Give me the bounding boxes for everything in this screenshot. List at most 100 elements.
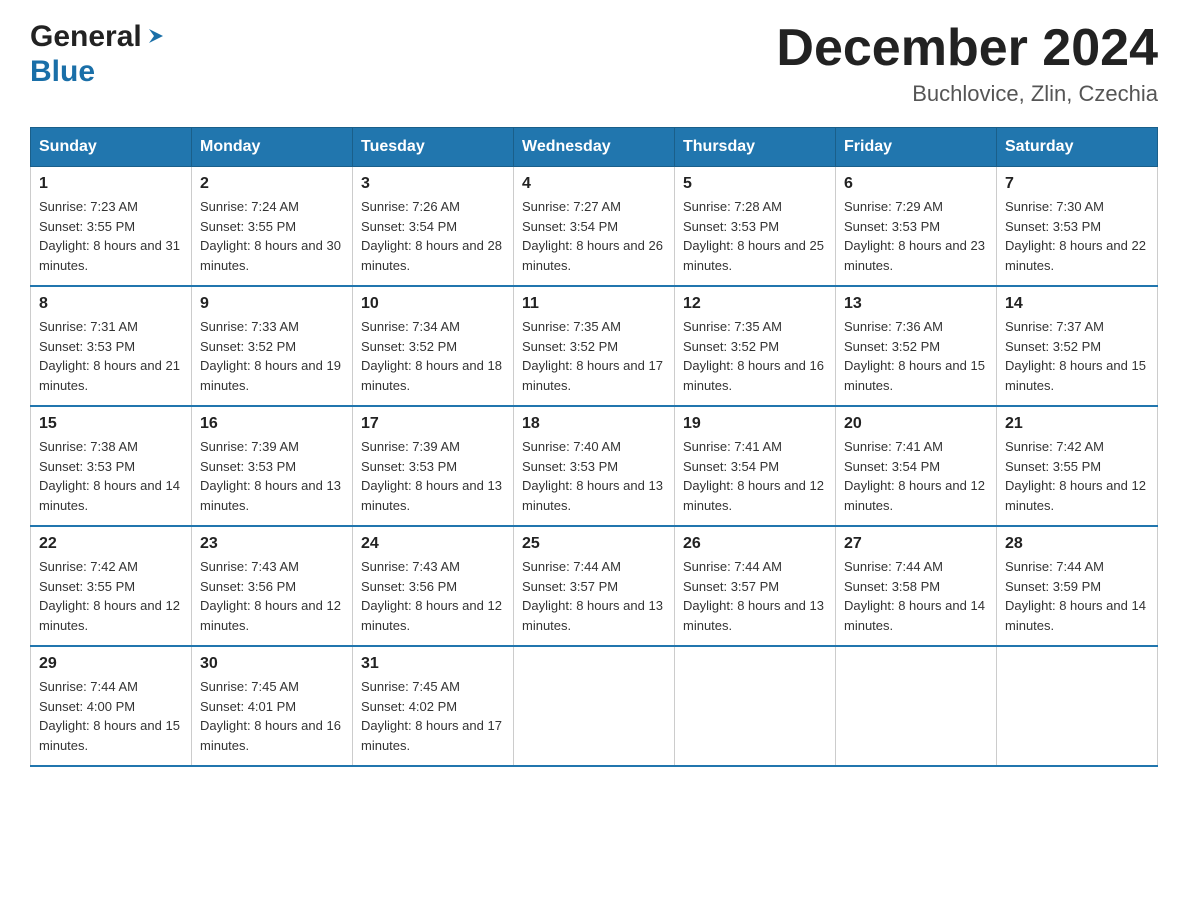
sunrise-label: Sunrise: 7:28 AM (683, 199, 782, 214)
calendar-week-row: 1 Sunrise: 7:23 AM Sunset: 3:55 PM Dayli… (31, 167, 1158, 287)
sunset-label: Sunset: 3:52 PM (361, 339, 457, 354)
sunset-label: Sunset: 4:02 PM (361, 699, 457, 714)
sunset-label: Sunset: 3:59 PM (1005, 579, 1101, 594)
daylight-label: Daylight: 8 hours and 13 minutes. (361, 478, 502, 513)
daylight-label: Daylight: 8 hours and 12 minutes. (844, 478, 985, 513)
calendar-cell: 24 Sunrise: 7:43 AM Sunset: 3:56 PM Dayl… (353, 526, 514, 646)
sunrise-label: Sunrise: 7:38 AM (39, 439, 138, 454)
calendar-cell (514, 646, 675, 766)
day-number: 19 (683, 415, 827, 433)
sunrise-label: Sunrise: 7:43 AM (200, 559, 299, 574)
daylight-label: Daylight: 8 hours and 17 minutes. (522, 358, 663, 393)
calendar-week-row: 8 Sunrise: 7:31 AM Sunset: 3:53 PM Dayli… (31, 286, 1158, 406)
sunrise-label: Sunrise: 7:44 AM (522, 559, 621, 574)
daylight-label: Daylight: 8 hours and 14 minutes. (39, 478, 180, 513)
sunset-label: Sunset: 3:55 PM (39, 579, 135, 594)
sunset-label: Sunset: 3:55 PM (1005, 459, 1101, 474)
calendar-cell: 12 Sunrise: 7:35 AM Sunset: 3:52 PM Dayl… (675, 286, 836, 406)
day-info: Sunrise: 7:43 AM Sunset: 3:56 PM Dayligh… (361, 557, 505, 635)
day-info: Sunrise: 7:31 AM Sunset: 3:53 PM Dayligh… (39, 317, 183, 395)
calendar-title: December 2024 (776, 20, 1158, 77)
day-info: Sunrise: 7:34 AM Sunset: 3:52 PM Dayligh… (361, 317, 505, 395)
sunset-label: Sunset: 3:58 PM (844, 579, 940, 594)
sunrise-label: Sunrise: 7:44 AM (844, 559, 943, 574)
day-info: Sunrise: 7:38 AM Sunset: 3:53 PM Dayligh… (39, 437, 183, 515)
day-number: 3 (361, 175, 505, 193)
sunrise-label: Sunrise: 7:33 AM (200, 319, 299, 334)
calendar-cell: 22 Sunrise: 7:42 AM Sunset: 3:55 PM Dayl… (31, 526, 192, 646)
day-number: 9 (200, 295, 344, 313)
calendar-cell: 21 Sunrise: 7:42 AM Sunset: 3:55 PM Dayl… (997, 406, 1158, 526)
calendar-cell: 20 Sunrise: 7:41 AM Sunset: 3:54 PM Dayl… (836, 406, 997, 526)
day-number: 10 (361, 295, 505, 313)
day-info: Sunrise: 7:23 AM Sunset: 3:55 PM Dayligh… (39, 197, 183, 275)
sunrise-label: Sunrise: 7:26 AM (361, 199, 460, 214)
daylight-label: Daylight: 8 hours and 31 minutes. (39, 238, 180, 273)
calendar-week-row: 15 Sunrise: 7:38 AM Sunset: 3:53 PM Dayl… (31, 406, 1158, 526)
daylight-label: Daylight: 8 hours and 23 minutes. (844, 238, 985, 273)
day-info: Sunrise: 7:44 AM Sunset: 3:57 PM Dayligh… (683, 557, 827, 635)
sunrise-label: Sunrise: 7:24 AM (200, 199, 299, 214)
day-info: Sunrise: 7:41 AM Sunset: 3:54 PM Dayligh… (844, 437, 988, 515)
sunset-label: Sunset: 3:54 PM (522, 219, 618, 234)
sunset-label: Sunset: 3:52 PM (522, 339, 618, 354)
daylight-label: Daylight: 8 hours and 30 minutes. (200, 238, 341, 273)
daylight-label: Daylight: 8 hours and 19 minutes. (200, 358, 341, 393)
calendar-cell: 6 Sunrise: 7:29 AM Sunset: 3:53 PM Dayli… (836, 167, 997, 287)
sunset-label: Sunset: 3:52 PM (683, 339, 779, 354)
day-info: Sunrise: 7:27 AM Sunset: 3:54 PM Dayligh… (522, 197, 666, 275)
sunrise-label: Sunrise: 7:44 AM (683, 559, 782, 574)
header: General Blue December 2024 Buchlovice, Z… (30, 20, 1158, 107)
day-number: 14 (1005, 295, 1149, 313)
sunrise-label: Sunrise: 7:45 AM (361, 679, 460, 694)
sunset-label: Sunset: 3:55 PM (200, 219, 296, 234)
sunset-label: Sunset: 3:53 PM (683, 219, 779, 234)
day-number: 29 (39, 655, 183, 673)
daylight-label: Daylight: 8 hours and 12 minutes. (200, 598, 341, 633)
calendar-cell (836, 646, 997, 766)
sunrise-label: Sunrise: 7:31 AM (39, 319, 138, 334)
day-info: Sunrise: 7:30 AM Sunset: 3:53 PM Dayligh… (1005, 197, 1149, 275)
day-number: 7 (1005, 175, 1149, 193)
sunset-label: Sunset: 3:57 PM (522, 579, 618, 594)
daylight-label: Daylight: 8 hours and 25 minutes. (683, 238, 824, 273)
day-number: 4 (522, 175, 666, 193)
calendar-cell: 27 Sunrise: 7:44 AM Sunset: 3:58 PM Dayl… (836, 526, 997, 646)
day-number: 6 (844, 175, 988, 193)
daylight-label: Daylight: 8 hours and 12 minutes. (683, 478, 824, 513)
sunset-label: Sunset: 4:00 PM (39, 699, 135, 714)
daylight-label: Daylight: 8 hours and 14 minutes. (1005, 598, 1146, 633)
calendar-cell: 4 Sunrise: 7:27 AM Sunset: 3:54 PM Dayli… (514, 167, 675, 287)
calendar-cell: 28 Sunrise: 7:44 AM Sunset: 3:59 PM Dayl… (997, 526, 1158, 646)
calendar-cell: 29 Sunrise: 7:44 AM Sunset: 4:00 PM Dayl… (31, 646, 192, 766)
calendar-cell: 5 Sunrise: 7:28 AM Sunset: 3:53 PM Dayli… (675, 167, 836, 287)
calendar-cell: 10 Sunrise: 7:34 AM Sunset: 3:52 PM Dayl… (353, 286, 514, 406)
sunset-label: Sunset: 3:54 PM (361, 219, 457, 234)
daylight-label: Daylight: 8 hours and 21 minutes. (39, 358, 180, 393)
day-number: 17 (361, 415, 505, 433)
calendar-subtitle: Buchlovice, Zlin, Czechia (776, 81, 1158, 107)
calendar-cell: 8 Sunrise: 7:31 AM Sunset: 3:53 PM Dayli… (31, 286, 192, 406)
day-number: 1 (39, 175, 183, 193)
sunrise-label: Sunrise: 7:41 AM (683, 439, 782, 454)
calendar-week-row: 22 Sunrise: 7:42 AM Sunset: 3:55 PM Dayl… (31, 526, 1158, 646)
column-header-saturday: Saturday (997, 128, 1158, 167)
logo-general-text: General (30, 20, 142, 53)
daylight-label: Daylight: 8 hours and 12 minutes. (361, 598, 502, 633)
sunset-label: Sunset: 3:53 PM (522, 459, 618, 474)
sunset-label: Sunset: 3:57 PM (683, 579, 779, 594)
daylight-label: Daylight: 8 hours and 12 minutes. (39, 598, 180, 633)
sunset-label: Sunset: 3:55 PM (39, 219, 135, 234)
day-number: 21 (1005, 415, 1149, 433)
calendar-cell: 2 Sunrise: 7:24 AM Sunset: 3:55 PM Dayli… (192, 167, 353, 287)
calendar-cell: 7 Sunrise: 7:30 AM Sunset: 3:53 PM Dayli… (997, 167, 1158, 287)
calendar-cell: 25 Sunrise: 7:44 AM Sunset: 3:57 PM Dayl… (514, 526, 675, 646)
sunrise-label: Sunrise: 7:44 AM (1005, 559, 1104, 574)
day-info: Sunrise: 7:40 AM Sunset: 3:53 PM Dayligh… (522, 437, 666, 515)
sunset-label: Sunset: 4:01 PM (200, 699, 296, 714)
logo: General Blue (30, 20, 167, 89)
sunset-label: Sunset: 3:52 PM (200, 339, 296, 354)
day-info: Sunrise: 7:45 AM Sunset: 4:01 PM Dayligh… (200, 677, 344, 755)
calendar-cell: 14 Sunrise: 7:37 AM Sunset: 3:52 PM Dayl… (997, 286, 1158, 406)
day-number: 30 (200, 655, 344, 673)
